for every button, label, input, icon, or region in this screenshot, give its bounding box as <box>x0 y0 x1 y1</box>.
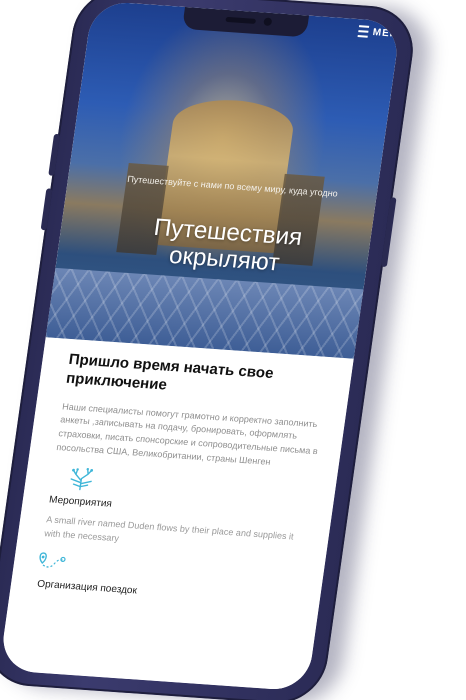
phone-volume-down <box>40 188 53 231</box>
hero-banner: МЕНЮ Путешествуйте с нами по всему миру,… <box>45 0 402 359</box>
mockup-stage: МЕНЮ Путешествуйте с нами по всему миру,… <box>0 0 466 700</box>
feature-item: Мероприятия A small river named Duden fl… <box>43 465 318 560</box>
route-map-icon <box>39 552 66 568</box>
phone-volume-up <box>48 133 61 176</box>
feature-title: Организация поездок <box>36 578 138 597</box>
menu-label: МЕНЮ <box>372 26 402 41</box>
coral-icon <box>70 468 94 491</box>
intro-text: Наши специалисты помогут грамотно и корр… <box>55 400 319 468</box>
phone-side-button <box>380 197 397 268</box>
menu-button[interactable]: МЕНЮ <box>357 25 402 41</box>
main-content: Пришло время начать свое приключение Наш… <box>0 337 354 692</box>
phone-screen: МЕНЮ Путешествуйте с нами по всему миру,… <box>0 0 402 692</box>
intro-title: Пришло время начать свое приключение <box>65 350 275 394</box>
front-camera <box>263 17 273 26</box>
hamburger-icon <box>357 25 370 38</box>
speaker-grille <box>225 16 257 24</box>
phone-mockup: МЕНЮ Путешествуйте с нами по всему миру,… <box>0 0 419 700</box>
feature-item: Организация поездок <box>36 549 306 608</box>
